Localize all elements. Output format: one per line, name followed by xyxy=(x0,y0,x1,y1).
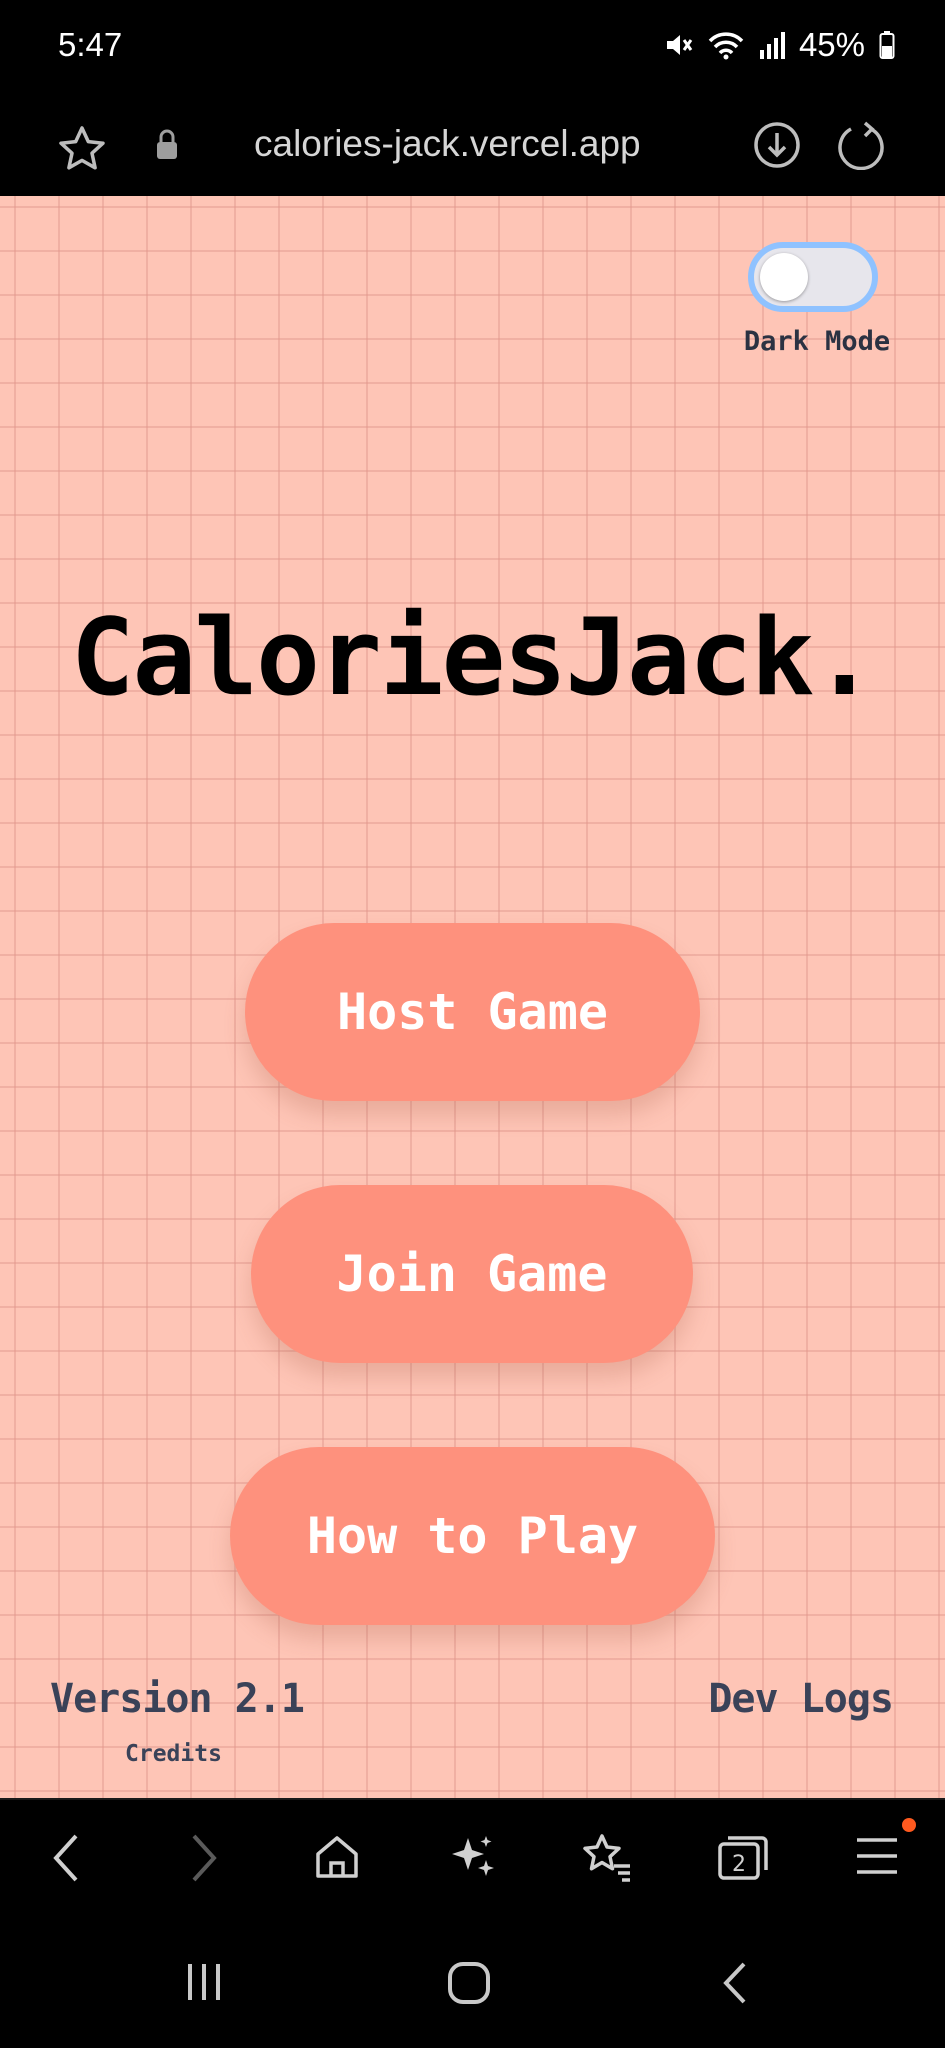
tabs-count: 2 xyxy=(732,1852,746,1877)
reload-icon[interactable] xyxy=(836,120,886,175)
wifi-icon xyxy=(707,30,745,60)
forward-icon[interactable] xyxy=(184,1830,224,1891)
credits-link[interactable]: Credits xyxy=(125,1741,222,1767)
join-game-button[interactable]: Join Game xyxy=(251,1185,693,1363)
ai-sparkle-icon[interactable] xyxy=(448,1832,498,1887)
home-icon[interactable] xyxy=(312,1832,362,1887)
status-bar: 5:47 45% xyxy=(0,0,945,96)
status-icons: 45% xyxy=(663,26,895,64)
back-icon[interactable] xyxy=(46,1830,86,1891)
url-text[interactable]: calories-jack.vercel.app xyxy=(254,123,641,165)
system-back-icon[interactable] xyxy=(718,1960,752,2011)
battery-percent: 45% xyxy=(798,26,865,63)
dev-logs-link[interactable]: Dev Logs xyxy=(708,1676,894,1722)
how-to-play-button[interactable]: How to Play xyxy=(230,1447,715,1625)
bookmarks-icon[interactable] xyxy=(580,1832,634,1887)
status-time: 5:47 xyxy=(58,26,123,63)
signal-icon xyxy=(759,31,785,59)
game-page: Dark Mode CaloriesJack. Host Game Join G… xyxy=(0,196,945,1798)
download-icon[interactable] xyxy=(752,120,802,175)
lock-icon xyxy=(154,128,180,167)
mute-icon xyxy=(663,30,693,60)
address-bar: calories-jack.vercel.app xyxy=(0,96,945,196)
recent-apps-icon[interactable] xyxy=(184,1960,224,2009)
app-title: CaloriesJack. xyxy=(70,596,877,719)
menu-icon[interactable] xyxy=(855,1834,899,1883)
home-button-icon[interactable] xyxy=(446,1960,492,2011)
dark-mode-label: Dark Mode xyxy=(743,326,891,357)
toggle-knob xyxy=(760,253,808,301)
dark-mode-toggle[interactable] xyxy=(748,242,878,312)
host-game-button[interactable]: Host Game xyxy=(245,923,700,1101)
tabs-icon[interactable]: 2 xyxy=(716,1832,770,1887)
version-label: Version 2.1 xyxy=(50,1676,305,1722)
notification-dot xyxy=(902,1818,916,1832)
bookmark-star-icon[interactable] xyxy=(56,124,108,179)
browser-toolbar: 2 xyxy=(0,1798,945,1922)
system-navigation-bar xyxy=(0,1920,945,2048)
battery-icon xyxy=(879,30,895,60)
